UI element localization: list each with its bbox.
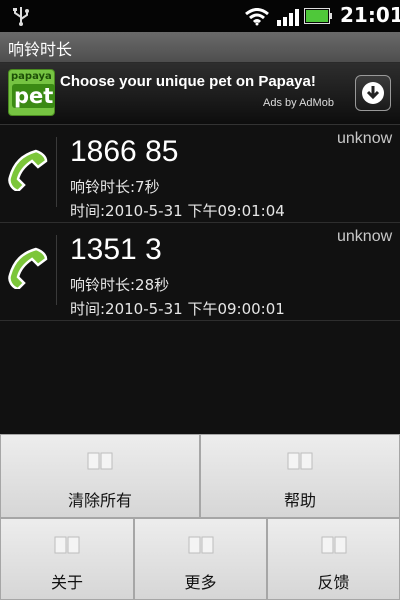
status-time: 21:01 — [340, 3, 400, 27]
download-icon — [362, 82, 384, 104]
battery-icon — [304, 8, 332, 24]
options-menu: 清除所有 帮助 关于 更多 反馈 — [0, 434, 400, 600]
logo-top-text: papaya — [11, 71, 52, 82]
clear-all-label: 清除所有 — [67, 491, 132, 510]
usb-icon — [13, 7, 29, 26]
call-status: unknow — [337, 228, 393, 245]
logo-main-text: pet — [12, 84, 56, 108]
signal-icon — [277, 9, 299, 26]
papaya-pet-logo: papaya pet — [8, 69, 56, 116]
more-button[interactable]: 更多 — [134, 518, 267, 600]
row-divider — [56, 137, 57, 207]
menu-item-icon — [87, 452, 113, 470]
call-list-item[interactable]: 1351 3 unknow 响铃时长:28秒 时间:2010-5-31 下午09… — [0, 223, 400, 321]
row-divider — [56, 235, 57, 305]
help-label: 帮助 — [283, 491, 316, 510]
about-label: 关于 — [50, 573, 83, 592]
call-status: unknow — [337, 130, 393, 147]
call-time: 时间:2010-5-31 下午09:01:04 — [70, 202, 285, 220]
title-bar: 响铃时长 — [0, 32, 400, 63]
feedback-button[interactable]: 反馈 — [267, 518, 400, 600]
menu-item-icon — [188, 536, 213, 554]
ad-banner[interactable]: papaya pet Choose your unique pet on Pap… — [0, 63, 400, 125]
caller-number: 1351 3 — [70, 233, 162, 266]
menu-item-icon — [287, 452, 313, 470]
wifi-icon — [245, 8, 269, 26]
clear-all-button[interactable]: 清除所有 — [0, 434, 200, 518]
phone-handset-icon — [8, 247, 48, 289]
caller-number: 1866 85 — [70, 135, 179, 168]
help-button[interactable]: 帮助 — [200, 434, 400, 518]
more-label: 更多 — [184, 573, 217, 592]
status-bar: 21:01 — [0, 0, 400, 32]
download-button[interactable] — [355, 75, 391, 111]
page-title: 响铃时长 — [8, 40, 73, 59]
ad-headline: Choose your unique pet on Papaya! — [60, 73, 316, 90]
call-time: 时间:2010-5-31 下午09:00:01 — [70, 300, 285, 318]
ad-attribution: Ads by AdMob — [263, 97, 334, 109]
call-list-item[interactable]: 1866 85 unknow 响铃时长:7秒 时间:2010-5-31 下午09… — [0, 125, 400, 223]
about-button[interactable]: 关于 — [0, 518, 134, 600]
ring-duration: 响铃时长:28秒 — [70, 276, 170, 294]
menu-item-icon — [321, 536, 346, 554]
phone-handset-icon — [8, 149, 48, 191]
ring-duration: 响铃时长:7秒 — [70, 178, 160, 196]
menu-item-icon — [54, 536, 80, 554]
feedback-label: 反馈 — [317, 573, 350, 592]
